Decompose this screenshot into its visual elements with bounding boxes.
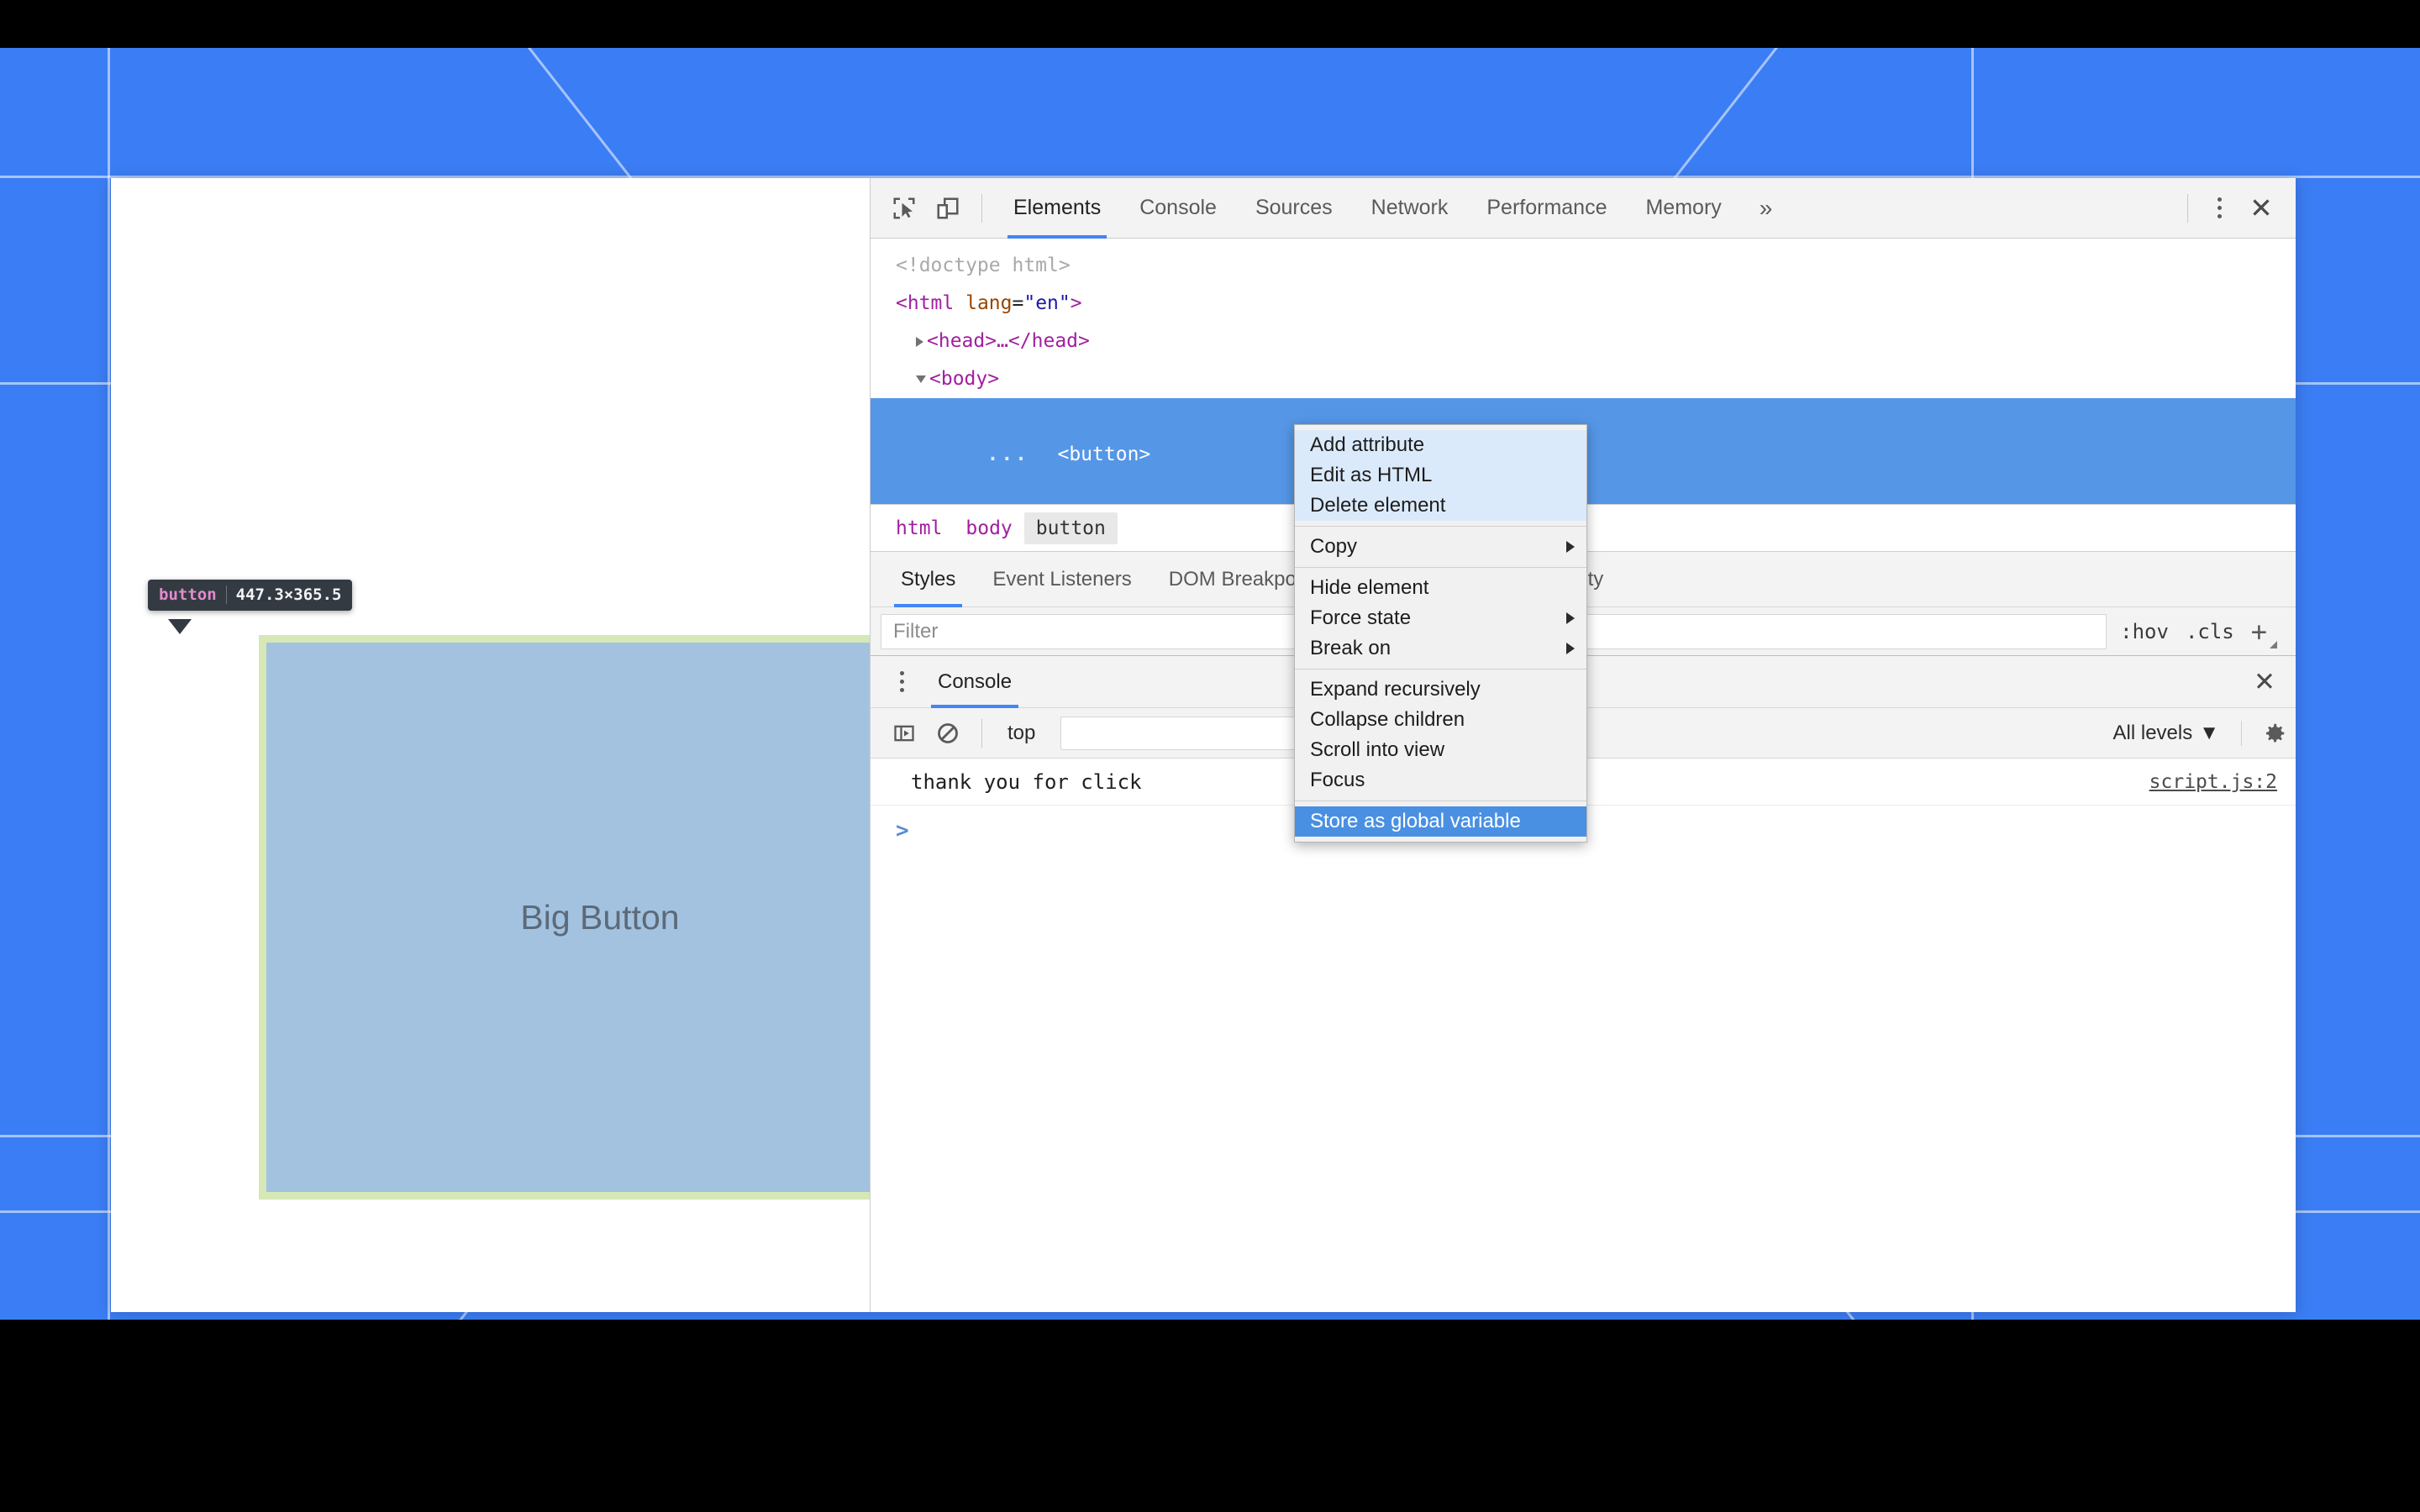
tab-sources[interactable]: Sources xyxy=(1236,178,1352,239)
console-context-selector[interactable]: top xyxy=(994,722,1049,745)
tab-event-listeners[interactable]: Event Listeners xyxy=(974,552,1150,607)
tab-performance[interactable]: Performance xyxy=(1467,178,1626,239)
styles-filter-actions: :hov .cls + xyxy=(2107,615,2289,648)
drawer-menu-icon[interactable] xyxy=(882,660,921,704)
dom-row-doctype: <!doctype html> xyxy=(896,255,1071,276)
big-button-label: Big Button xyxy=(520,897,680,937)
head-tag: <head>…</head> xyxy=(927,330,1090,352)
console-prompt-chevron-icon: > xyxy=(896,818,909,843)
submenu-arrow-icon xyxy=(1566,541,1575,553)
console-sidebar-icon[interactable] xyxy=(882,711,926,755)
body-tag: <body> xyxy=(929,368,1000,390)
context-menu-item-break-on-label: Break on xyxy=(1310,637,1392,659)
plus-glyph: + xyxy=(2250,615,2267,648)
devtools-toolbar-right: ✕ xyxy=(2175,186,2284,230)
html-attr-value: "en" xyxy=(1023,292,1071,314)
dom-row-body[interactable]: <body> xyxy=(871,360,2296,398)
dom-ellipsis-badge[interactable]: ... xyxy=(986,436,1027,474)
context-menu-item-force-state-label: Force state xyxy=(1310,606,1412,629)
context-menu-item-scroll-into-view[interactable]: Scroll into view xyxy=(1295,735,1586,765)
context-menu-item-store-as-global-variable[interactable]: Store as global variable xyxy=(1295,806,1586,837)
page-viewport: button 447.3×365.5 Big Button xyxy=(111,178,870,1312)
dom-row-head[interactable]: <head>…</head> xyxy=(871,323,2296,360)
close-icon[interactable]: ✕ xyxy=(2238,186,2284,230)
cls-button[interactable]: .cls xyxy=(2186,620,2234,643)
console-message-source-link[interactable]: script.js:2 xyxy=(2149,771,2277,793)
context-menu-item-focus[interactable]: Focus xyxy=(1295,765,1586,795)
dom-row-html[interactable]: <html lang="en"> xyxy=(871,285,2296,323)
console-settings[interactable] xyxy=(2241,720,2287,746)
console-message-text: thank you for click xyxy=(911,769,1142,794)
browser-window: button 447.3×365.5 Big Button Elements C… xyxy=(111,178,2296,1312)
tab-network[interactable]: Network xyxy=(1352,178,1468,239)
tab-console[interactable]: Console xyxy=(1120,178,1236,239)
context-menu-item-expand-recursively[interactable]: Expand recursively xyxy=(1295,675,1586,705)
highlight-dimensions: 447.3×365.5 xyxy=(235,585,342,604)
more-tabs-icon[interactable]: » xyxy=(1741,178,1791,239)
context-menu-item-copy-label: Copy xyxy=(1310,535,1358,558)
devtools-toolbar: Elements Console Sources Network Perform… xyxy=(871,178,2296,239)
breadcrumb-item-html[interactable]: html xyxy=(884,512,954,544)
context-menu-item-hide-element[interactable]: Hide element xyxy=(1295,573,1586,603)
context-menu-item-edit-as-html[interactable]: Edit as HTML xyxy=(1295,460,1586,491)
submenu-arrow-icon xyxy=(1566,643,1575,654)
context-menu-item-force-state[interactable]: Force state xyxy=(1295,603,1586,633)
highlight-tooltip-arrow xyxy=(168,619,192,634)
hov-button[interactable]: :hov xyxy=(2120,620,2169,643)
gear-icon xyxy=(2266,723,2285,742)
context-menu-item-add-attribute[interactable]: Add attribute xyxy=(1295,430,1586,460)
console-levels-dropdown[interactable]: All levels ▼ xyxy=(2113,722,2241,745)
drawer-close-icon[interactable]: ✕ xyxy=(2242,659,2287,705)
context-menu-separator xyxy=(1295,526,1586,527)
submenu-arrow-icon xyxy=(1566,612,1575,624)
html-attr-name: lang xyxy=(965,292,1013,314)
inspect-element-icon[interactable] xyxy=(882,186,926,230)
toolbar-divider xyxy=(2187,193,2188,223)
tab-styles[interactable]: Styles xyxy=(882,552,974,607)
new-style-rule-button[interactable]: + xyxy=(2250,615,2277,648)
screen: button 447.3×365.5 Big Button Elements C… xyxy=(0,0,2420,1512)
wallpaper-line xyxy=(108,48,110,1320)
toolbar-divider xyxy=(981,193,982,223)
context-menu-separator xyxy=(1295,567,1586,568)
drawer-tab-console[interactable]: Console xyxy=(921,656,1028,708)
element-highlight-tooltip: button 447.3×365.5 xyxy=(148,580,353,611)
context-menu-item-copy[interactable]: Copy xyxy=(1295,532,1586,562)
expand-triangle-icon[interactable] xyxy=(916,336,923,347)
context-menu-item-break-on[interactable]: Break on xyxy=(1295,633,1586,664)
kebab-menu-icon[interactable] xyxy=(2200,186,2238,230)
equals: = xyxy=(1012,292,1024,314)
context-menu-item-delete-element[interactable]: Delete element xyxy=(1295,491,1586,521)
chevron-down-icon: ▼ xyxy=(2199,721,2219,744)
tab-elements[interactable]: Elements xyxy=(994,178,1120,239)
dropdown-corner-icon xyxy=(2270,640,2277,648)
context-menu-item-collapse-children[interactable]: Collapse children xyxy=(1295,705,1586,735)
console-levels-label: All levels xyxy=(2112,721,2193,744)
device-toolbar-icon[interactable] xyxy=(926,186,970,230)
breadcrumb-item-body[interactable]: body xyxy=(954,512,1023,544)
collapse-triangle-icon[interactable] xyxy=(916,375,926,383)
tab-memory[interactable]: Memory xyxy=(1626,178,1740,239)
devtools-tabs: Elements Console Sources Network Perform… xyxy=(994,178,1791,239)
big-button[interactable]: Big Button xyxy=(259,635,870,1200)
console-toolbar-divider xyxy=(981,718,982,748)
button-open-tag: <button> xyxy=(1057,444,1151,465)
clear-console-icon[interactable] xyxy=(926,711,970,755)
breadcrumb-item-button[interactable]: button xyxy=(1023,512,1118,544)
html-close-bracket: > xyxy=(1070,292,1082,314)
highlight-divider xyxy=(225,585,227,604)
highlight-tag-name: button xyxy=(159,585,217,604)
html-tag: <html xyxy=(896,292,955,314)
element-context-menu: Add attribute Edit as HTML Delete elemen… xyxy=(1294,424,1587,843)
big-button-content-box: Big Button xyxy=(266,643,870,1192)
